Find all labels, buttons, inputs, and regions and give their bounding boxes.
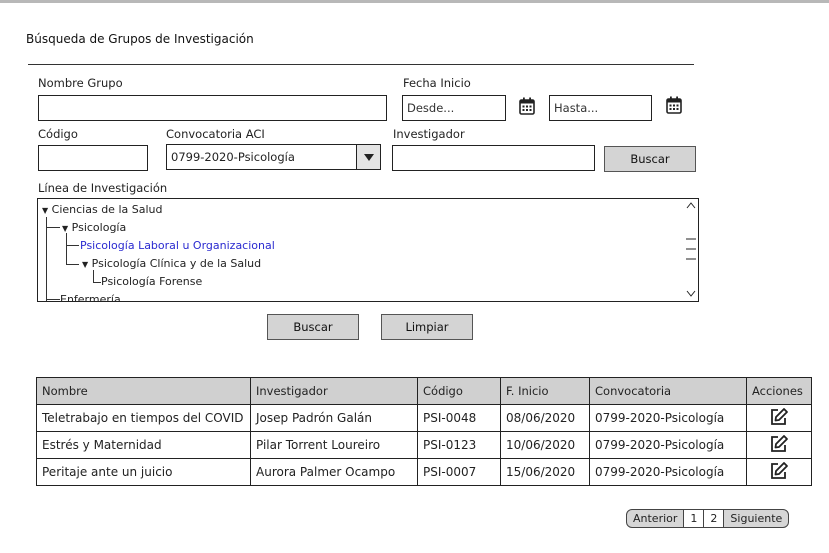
search-button[interactable]: Buscar	[267, 314, 359, 340]
pagination-page-2[interactable]: 2	[704, 510, 725, 527]
research-line-tree[interactable]: ▼ Ciencias de la Salud ▼ Psicología Psic…	[37, 198, 699, 302]
investigador-label: Investigador	[393, 127, 465, 141]
column-header-convocatoria[interactable]: Convocatoria	[589, 377, 747, 405]
column-header-investigador[interactable]: Investigador	[250, 377, 418, 405]
column-header-acciones: Acciones	[746, 377, 812, 405]
fecha-desde-placeholder: Desde...	[407, 101, 455, 115]
scroll-down-icon	[686, 290, 696, 297]
edit-icon[interactable]	[769, 434, 789, 454]
calendar-hasta-icon[interactable]	[666, 96, 682, 114]
tree-item-label: Psicología Laboral u Organizacional	[80, 239, 275, 252]
cell-investigador: Pilar Torrent Loureiro	[250, 431, 418, 459]
pagination-prev-button[interactable]: Anterior	[627, 510, 685, 527]
edit-icon[interactable]	[769, 461, 789, 481]
tree-item-label: Ciencias de la Salud	[51, 203, 163, 216]
tree-scrollbar[interactable]	[684, 199, 698, 301]
pagination-page-1[interactable]: 1	[684, 510, 705, 527]
tree-item-psicologia-clinica[interactable]: ▼ Psicología Clínica y de la Salud	[82, 257, 261, 270]
tree-connector	[46, 299, 60, 300]
tree-connector	[93, 270, 94, 282]
cell-investigador: Josep Padrón Galán	[250, 404, 418, 432]
cell-fecha-inicio: 08/06/2020	[500, 404, 590, 432]
table-row: Estrés y Maternidad Pilar Torrent Lourei…	[36, 431, 812, 459]
nombre-grupo-label: Nombre Grupo	[38, 76, 123, 90]
column-header-fecha-inicio[interactable]: F. Inicio	[500, 377, 590, 405]
investigador-input[interactable]	[392, 145, 595, 171]
tree-item-psicologia-forense[interactable]: Psicología Forense	[101, 275, 202, 288]
clear-button[interactable]: Limpiar	[381, 314, 473, 340]
table-header-row: Nombre Investigador Código F. Inicio Con…	[36, 377, 812, 405]
tree-item-label: Psicología	[71, 221, 127, 234]
column-header-nombre[interactable]: Nombre	[36, 377, 251, 405]
page-title: Búsqueda de Grupos de Investigación	[26, 32, 254, 46]
pagination-next-button[interactable]: Siguiente	[724, 510, 788, 527]
tree-item-psicologia[interactable]: ▼ Psicología	[62, 221, 126, 234]
dropdown-arrow-icon[interactable]	[356, 145, 380, 169]
tree-connector	[46, 227, 60, 228]
tree-item-psicologia-laboral[interactable]: Psicología Laboral u Organizacional	[80, 239, 275, 252]
tree-connector	[66, 245, 79, 246]
convocatoria-select[interactable]: 0799-2020-Psicología	[166, 144, 381, 170]
fecha-inicio-label: Fecha Inicio	[403, 76, 471, 90]
cell-fecha-inicio: 15/06/2020	[500, 458, 590, 486]
convocatoria-selected-value: 0799-2020-Psicología	[171, 150, 295, 164]
convocatoria-label: Convocatoria ACI	[166, 127, 265, 141]
expand-triangle-icon[interactable]: ▼	[42, 206, 48, 215]
column-header-codigo[interactable]: Código	[417, 377, 501, 405]
tree-item-label: Psicología Clínica y de la Salud	[91, 257, 262, 270]
cell-convocatoria: 0799-2020-Psicología	[589, 431, 747, 459]
cell-codigo: PSI-0123	[417, 431, 501, 459]
title-divider	[28, 64, 694, 65]
pagination: Anterior 1 2 Siguiente	[626, 509, 790, 528]
cell-acciones	[746, 404, 812, 432]
nombre-grupo-input[interactable]	[38, 95, 387, 121]
codigo-label: Código	[38, 127, 78, 141]
cell-acciones	[746, 431, 812, 459]
linea-investigacion-label: Línea de Investigación	[38, 181, 168, 195]
tree-connector	[46, 217, 47, 301]
tree-item-enfermeria[interactable]: Enfermería	[60, 293, 121, 302]
cell-nombre: Estrés y Maternidad	[36, 431, 251, 459]
table-row: Peritaje ante un juicio Aurora Palmer Oc…	[36, 458, 812, 486]
calendar-desde-icon[interactable]	[519, 97, 535, 115]
table-row: Teletrabajo en tiempos del COVID Josep P…	[36, 404, 812, 432]
cell-codigo: PSI-0048	[417, 404, 501, 432]
expand-triangle-icon[interactable]: ▼	[82, 260, 88, 269]
fecha-desde-input[interactable]: Desde...	[402, 95, 506, 121]
results-table: Nombre Investigador Código F. Inicio Con…	[36, 377, 812, 486]
tree-connector	[93, 282, 101, 283]
cell-nombre: Teletrabajo en tiempos del COVID	[36, 404, 251, 432]
cell-codigo: PSI-0007	[417, 458, 501, 486]
tree-connector	[66, 264, 79, 265]
investigador-search-button[interactable]: Buscar	[604, 146, 696, 172]
codigo-input[interactable]	[38, 145, 148, 171]
cell-investigador: Aurora Palmer Ocampo	[250, 458, 418, 486]
tree-connector	[66, 233, 67, 265]
cell-acciones	[746, 458, 812, 486]
edit-icon[interactable]	[769, 407, 789, 427]
cell-nombre: Peritaje ante un juicio	[36, 458, 251, 486]
cell-fecha-inicio: 10/06/2020	[500, 431, 590, 459]
top-border	[0, 0, 829, 3]
tree-item-label: Psicología Forense	[101, 275, 203, 288]
tree-item-ciencias-salud[interactable]: ▼ Ciencias de la Salud	[42, 203, 162, 216]
expand-triangle-icon[interactable]: ▼	[62, 224, 68, 233]
fecha-hasta-placeholder: Hasta...	[554, 101, 599, 115]
tree-item-label: Enfermería	[60, 293, 121, 302]
scroll-up-icon	[686, 202, 696, 209]
cell-convocatoria: 0799-2020-Psicología	[589, 458, 747, 486]
cell-convocatoria: 0799-2020-Psicología	[589, 404, 747, 432]
fecha-hasta-input[interactable]: Hasta...	[549, 95, 652, 121]
